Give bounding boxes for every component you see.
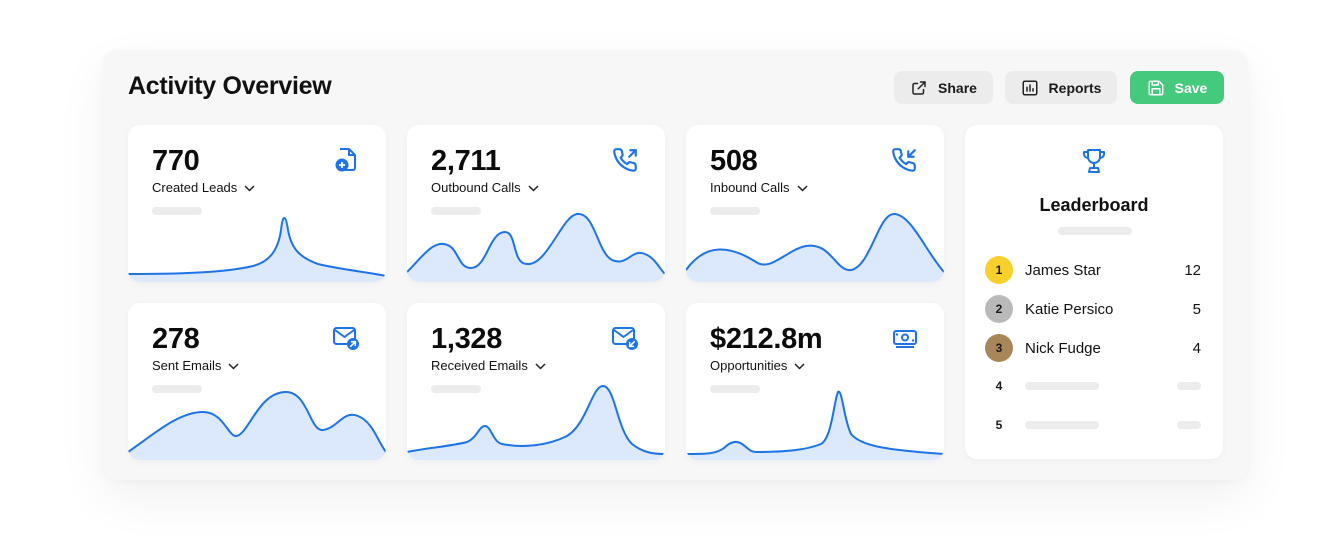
share-button[interactable]: Share [894,71,993,104]
leaderboard-card: Leaderboard 1 James Star 12 2 Katie Pers… [965,125,1223,459]
chevron-down-icon [796,180,808,195]
card-label-dropdown[interactable]: Received Emails [431,358,546,373]
card-value: 508 [710,145,758,177]
reports-label: Reports [1048,79,1102,96]
chevron-down-icon [228,358,239,373]
outbound-calls-card[interactable]: 2,711 Outbound Calls [407,125,665,282]
reports-button[interactable]: Reports [1005,71,1117,104]
leaderboard-row[interactable]: 2 Katie Persico 5 [985,295,1201,323]
sparkline-chart [407,384,665,460]
inbound-call-icon [892,147,918,178]
leaderboard-title: Leaderboard [1039,195,1149,215]
card-label-dropdown[interactable]: Inbound Calls [710,180,808,195]
opportunities-card[interactable]: $212.8m Opportunities [686,303,944,460]
chevron-down-icon [244,180,255,195]
leader-name: Nick Fudge [1025,339,1101,357]
leader-name: James Star [1025,261,1101,279]
leader-score: 4 [1192,339,1201,357]
share-icon [910,79,928,97]
sparkline-chart [128,217,386,282]
rank-badge: 3 [985,334,1013,362]
sparkline-chart [686,390,944,460]
card-label: Outbound Calls [431,180,521,195]
chevron-down-icon [535,358,546,373]
rank-badge: 2 [985,295,1013,323]
placeholder-bar [1058,227,1132,235]
money-icon [892,325,918,356]
card-value: 1,328 [431,323,503,355]
sparkline-chart [686,212,944,282]
rank-badge: 1 [985,256,1013,284]
sent-emails-card[interactable]: 278 Sent Emails [128,303,386,460]
card-value: 2,711 [431,145,501,177]
leaderboard-row[interactable]: 3 Nick Fudge 4 [985,334,1201,362]
card-label-dropdown[interactable]: Created Leads [152,180,255,195]
add-file-icon [334,147,360,178]
chevron-down-icon [794,358,805,373]
card-label: Sent Emails [152,358,222,373]
card-label: Created Leads [152,180,238,195]
card-label-dropdown[interactable]: Outbound Calls [431,180,539,195]
card-value: 770 [152,145,200,177]
inbound-calls-card[interactable]: 508 Inbound Calls [686,125,944,282]
leaderboard-row: 5 [985,411,1201,439]
card-label: Opportunities [710,358,788,373]
leaderboard-row[interactable]: 1 James Star 12 [985,256,1201,284]
placeholder-bar [1177,421,1201,429]
bar-chart-icon [1021,79,1039,97]
save-button[interactable]: Save [1130,71,1224,104]
sent-email-icon [332,325,360,356]
sparkline-chart [128,390,386,460]
outbound-call-icon [613,147,639,178]
leader-name: Katie Persico [1025,300,1114,318]
received-emails-card[interactable]: 1,328 Received Emails [407,303,665,460]
save-label: Save [1174,79,1208,96]
page-title: Activity Overview [128,72,332,100]
rank-number: 5 [995,418,1003,432]
created-leads-card[interactable]: 770 Created Leads [128,125,386,282]
card-value: $212.8m [710,323,823,355]
leader-score: 12 [1184,261,1201,279]
chevron-down-icon [528,180,539,195]
placeholder-bar [1177,382,1201,390]
trophy-icon [1081,147,1107,180]
sparkline-chart [407,213,665,282]
card-value: 278 [152,323,200,355]
card-label: Received Emails [431,358,528,373]
share-label: Share [938,79,977,96]
floppy-disk-icon [1147,79,1165,97]
placeholder-bar [1025,421,1099,429]
leader-score: 5 [1192,300,1201,318]
card-label-dropdown[interactable]: Opportunities [710,358,805,373]
received-email-icon [611,325,639,356]
rank-number: 4 [995,379,1003,393]
card-label: Inbound Calls [710,180,790,195]
leaderboard-row: 4 [985,372,1201,400]
placeholder-bar [1025,382,1099,390]
card-label-dropdown[interactable]: Sent Emails [152,358,239,373]
